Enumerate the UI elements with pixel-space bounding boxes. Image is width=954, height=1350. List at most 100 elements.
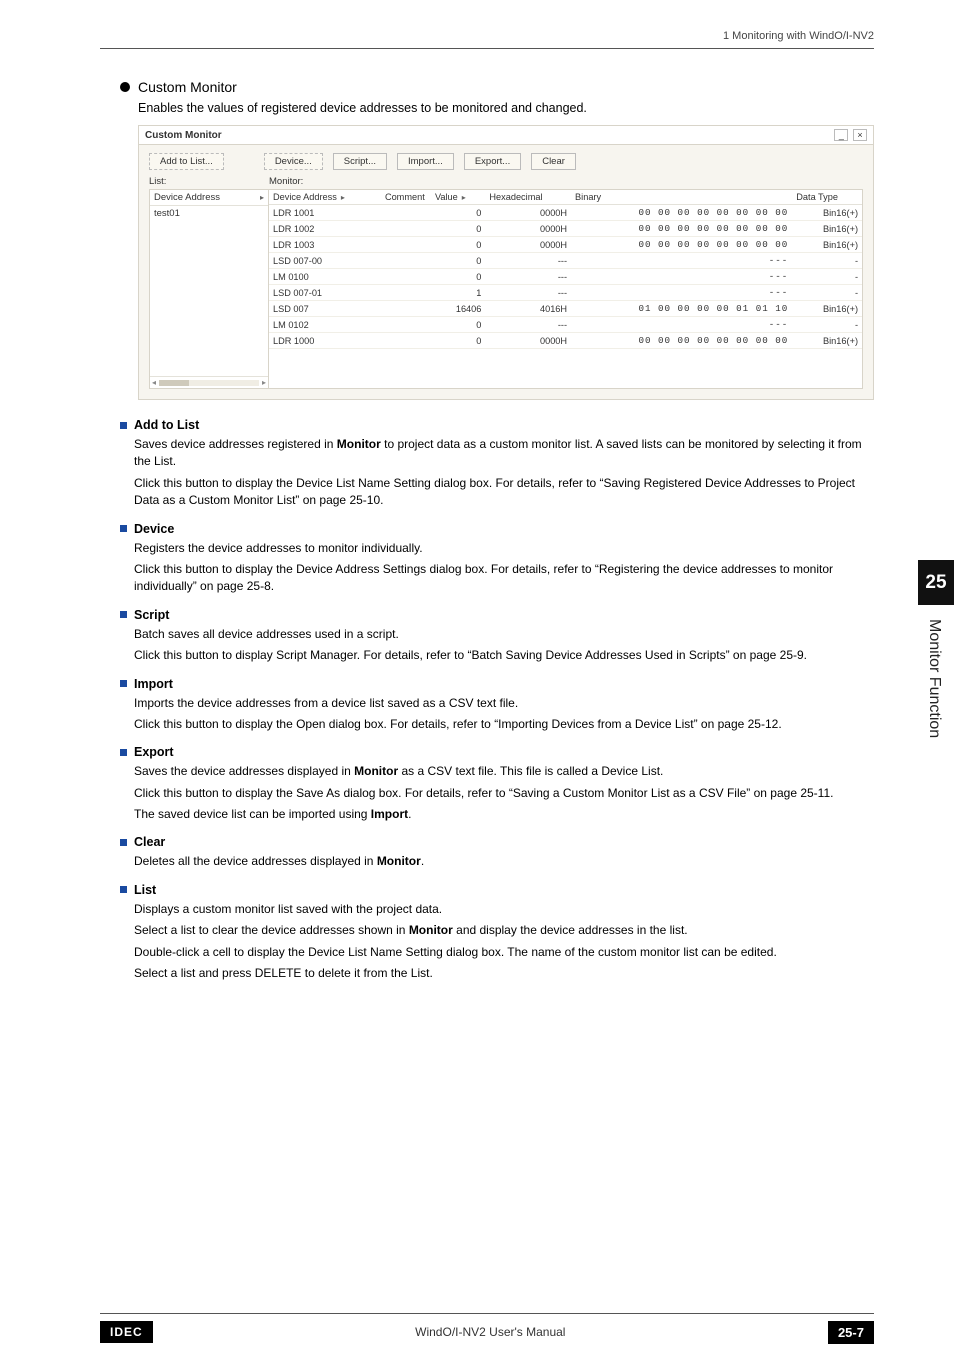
chapter-number: 25	[918, 560, 954, 605]
cell-comment	[381, 317, 431, 333]
dialog-title: Custom Monitor	[145, 130, 222, 141]
col-hexadecimal[interactable]: Hexadecimal	[485, 190, 571, 205]
section-device: Device Registers the device addresses to…	[120, 522, 874, 596]
section-title: Clear	[134, 835, 165, 849]
scroll-left-icon[interactable]: ◂	[152, 378, 156, 387]
chevron-right-icon: ▸	[462, 193, 466, 202]
monitor-label: Monitor:	[269, 176, 303, 187]
section-text: Click this button to display Script Mana…	[134, 647, 874, 664]
cell-binary: 01 00 00 00 00 01 01 10	[571, 301, 792, 317]
col-comment[interactable]: Comment	[381, 190, 431, 205]
heading-title: Custom Monitor	[138, 79, 237, 95]
table-row[interactable]: LDR 100100000H00 00 00 00 00 00 00 00Bin…	[269, 205, 862, 221]
cell-datatype: Bin16(+)	[792, 205, 862, 221]
cell-value[interactable]: 1	[431, 285, 485, 301]
horizontal-scrollbar[interactable]: ◂ ▸	[150, 376, 268, 388]
cell-binary: ---	[571, 253, 792, 269]
section-heading: Custom Monitor	[120, 79, 874, 95]
section-text: Saves device addresses registered in Mon…	[134, 436, 874, 471]
col-data-type[interactable]: Data Type	[792, 190, 862, 205]
square-bullet-icon	[120, 839, 127, 846]
square-bullet-icon	[120, 680, 127, 687]
table-row[interactable]: LDR 100300000H00 00 00 00 00 00 00 00Bin…	[269, 237, 862, 253]
section-text: Displays a custom monitor list saved wit…	[134, 901, 874, 918]
export-button[interactable]: Export...	[464, 153, 521, 170]
brand-logo: IDEC	[100, 1321, 153, 1343]
cell-value[interactable]: 0	[431, 253, 485, 269]
cell-comment	[381, 253, 431, 269]
section-text: Batch saves all device addresses used in…	[134, 626, 874, 643]
cell-value[interactable]: 0	[431, 333, 485, 349]
col-binary[interactable]: Binary	[571, 190, 792, 205]
cell-datatype: -	[792, 253, 862, 269]
table-row[interactable]: LM 01020-------	[269, 317, 862, 333]
cell-datatype: Bin16(+)	[792, 301, 862, 317]
cell-datatype: -	[792, 285, 862, 301]
section-title: Add to List	[134, 418, 199, 432]
list-item[interactable]: test01	[150, 206, 268, 221]
script-button[interactable]: Script...	[333, 153, 387, 170]
col-value[interactable]: Value▸	[431, 190, 485, 205]
list-label: List:	[149, 176, 269, 187]
page-number: 25-7	[828, 1321, 874, 1344]
list-panel[interactable]: Device Address ▸ test01 ◂ ▸	[149, 189, 269, 389]
device-button[interactable]: Device...	[264, 153, 323, 170]
chapter-tab: 25 Monitor Function	[918, 560, 954, 752]
section-title: Export	[134, 745, 174, 759]
cell-device: LM 0100	[269, 269, 381, 285]
section-text: Click this button to display the Device …	[134, 475, 874, 510]
square-bullet-icon	[120, 749, 127, 756]
cell-value[interactable]: 0	[431, 237, 485, 253]
cell-value[interactable]: 0	[431, 221, 485, 237]
section-text: Imports the device addresses from a devi…	[134, 695, 874, 712]
section-text: Registers the device addresses to monito…	[134, 540, 874, 557]
cell-comment	[381, 221, 431, 237]
cell-device: LM 0102	[269, 317, 381, 333]
table-row[interactable]: LSD 007 164064016H01 00 00 00 00 01 01 10…	[269, 301, 862, 317]
cell-value[interactable]: 0	[431, 205, 485, 221]
cell-datatype: Bin16(+)	[792, 237, 862, 253]
page-footer: IDEC WindO/I-NV2 User's Manual 25-7	[0, 1314, 954, 1350]
add-to-list-button[interactable]: Add to List...	[149, 153, 224, 170]
section-text: Select a list to clear the device addres…	[134, 922, 874, 939]
import-button[interactable]: Import...	[397, 153, 454, 170]
section-text: Deletes all the device addresses display…	[134, 853, 874, 870]
section-text: Saves the device addresses displayed in …	[134, 763, 874, 780]
cell-value[interactable]: 0	[431, 317, 485, 333]
cell-binary: ---	[571, 285, 792, 301]
cell-value[interactable]: 0	[431, 269, 485, 285]
table-row[interactable]: LSD 007-000-------	[269, 253, 862, 269]
custom-monitor-dialog: Custom Monitor _ × Add to List... Device…	[138, 125, 874, 400]
cell-device: LDR 1000	[269, 333, 381, 349]
cell-datatype: Bin16(+)	[792, 221, 862, 237]
cell-datatype: -	[792, 317, 862, 333]
scroll-right-icon[interactable]: ▸	[262, 378, 266, 387]
cell-binary: ---	[571, 317, 792, 333]
cell-device: LSD 007	[269, 301, 381, 317]
section-add-to-list: Add to List Saves device addresses regis…	[120, 418, 874, 510]
table-row[interactable]: LM 01000-------	[269, 269, 862, 285]
table-row[interactable]: LSD 007-011-------	[269, 285, 862, 301]
cell-comment	[381, 205, 431, 221]
cell-binary: 00 00 00 00 00 00 00 00	[571, 237, 792, 253]
cell-value[interactable]: 16406	[431, 301, 485, 317]
close-icon[interactable]: ×	[853, 129, 867, 141]
table-row[interactable]: LDR 100000000H00 00 00 00 00 00 00 00Bin…	[269, 333, 862, 349]
section-text: Click this button to display the Device …	[134, 561, 874, 596]
cell-binary: ---	[571, 269, 792, 285]
clear-button[interactable]: Clear	[531, 153, 576, 170]
list-header: Device Address	[154, 192, 220, 203]
minimize-icon[interactable]: _	[834, 129, 848, 141]
square-bullet-icon	[120, 886, 127, 893]
cell-device: LDR 1002	[269, 221, 381, 237]
header-breadcrumb: 1 Monitoring with WindO/I-NV2	[0, 0, 954, 48]
section-export: Export Saves the device addresses displa…	[120, 745, 874, 823]
col-device-address[interactable]: Device Address▸	[269, 190, 381, 205]
cell-binary: 00 00 00 00 00 00 00 00	[571, 205, 792, 221]
section-text: Double-click a cell to display the Devic…	[134, 944, 874, 961]
cell-hex: 4016H	[485, 301, 571, 317]
square-bullet-icon	[120, 525, 127, 532]
table-row[interactable]: LDR 100200000H00 00 00 00 00 00 00 00Bin…	[269, 221, 862, 237]
section-text: Click this button to display the Save As…	[134, 785, 874, 802]
chevron-right-icon[interactable]: ▸	[260, 193, 264, 202]
